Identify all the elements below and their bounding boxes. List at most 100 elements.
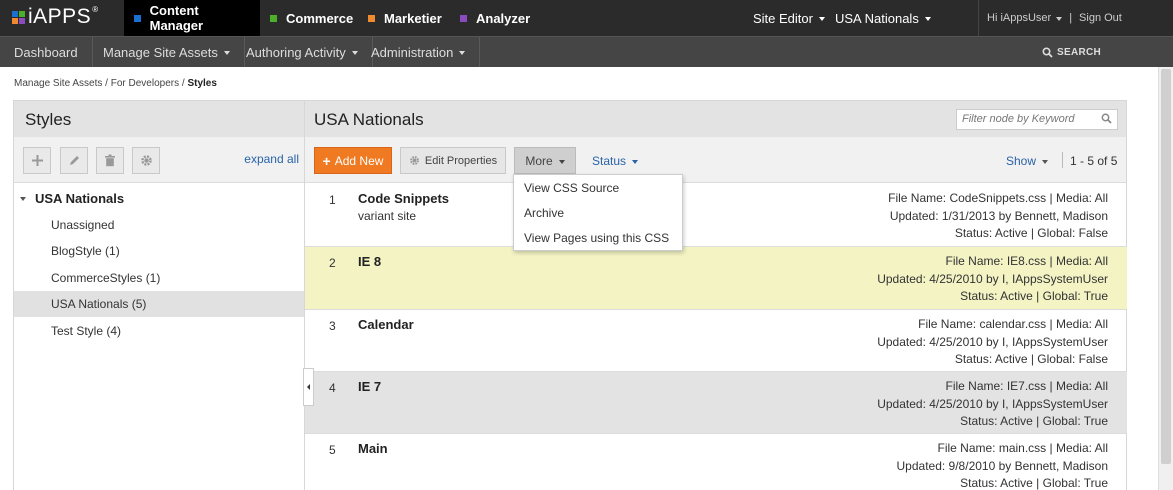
table-row[interactable]: 3 Calendar File Name: calendar.css | Med…	[305, 310, 1127, 372]
nav-label: Manage Site Assets	[103, 44, 218, 60]
plus-icon: +	[322, 152, 331, 169]
tree-item-blogstyle[interactable]: BlogStyle (1)	[14, 238, 304, 264]
user-menu[interactable]: Hi iAppsUser	[987, 12, 1063, 24]
top-bar: iAPPS ® Content Manager Commerce Marketi…	[0, 0, 1173, 36]
delete-style-button[interactable]	[96, 147, 124, 174]
add-new-button[interactable]: + Add New	[314, 147, 392, 174]
page-scrollbar[interactable]	[1158, 67, 1173, 490]
product-tab-analyzer[interactable]: Analyzer	[450, 0, 540, 36]
table-row[interactable]: 5 Main File Name: main.css | Media: All …	[305, 434, 1127, 490]
chevron-down-icon	[632, 160, 639, 164]
breadcrumb-separator: /	[105, 78, 108, 89]
nav-dashboard[interactable]: Dashboard	[0, 37, 93, 67]
breadcrumb-manage-site-assets[interactable]: Manage Site Assets	[14, 78, 102, 89]
breadcrumb-for-developers[interactable]: For Developers	[111, 78, 179, 89]
styles-panel-header: Styles	[14, 101, 304, 137]
row-updated: Updated: 9/8/2010 by Bennett, Madison	[896, 458, 1108, 473]
table-row[interactable]: 1 Code Snippets variant site File Name: …	[305, 184, 1127, 247]
row-file-name: File Name: CodeSnippets.css | Media: All	[888, 191, 1108, 205]
row-title[interactable]: Calendar	[358, 317, 414, 332]
chevron-down-icon	[924, 17, 931, 21]
tree-item-label: BlogStyle (1)	[51, 244, 120, 258]
list-toolbar: + Add New Edit Properties More Status Sh…	[305, 137, 1126, 183]
nav-authoring-activity[interactable]: Authoring Activity	[232, 37, 373, 67]
row-title[interactable]: IE 8	[358, 254, 381, 269]
plus-icon	[31, 155, 43, 166]
chevron-down-icon	[223, 51, 230, 55]
menu-item-view-css-source[interactable]: View CSS Source	[524, 181, 619, 195]
chevron-down-icon	[459, 51, 466, 55]
add-style-button[interactable]	[23, 147, 51, 174]
row-status: Status: Active | Global: False	[954, 226, 1108, 240]
site-selector[interactable]: USA Nationals	[835, 0, 931, 36]
row-updated: Updated: 4/25/2010 by I, IAppsSystemUser	[877, 271, 1108, 286]
pager-count: 1 - 5 of 5	[1070, 154, 1118, 168]
row-subtitle: variant site	[358, 209, 417, 223]
list-title: USA Nationals	[314, 110, 424, 129]
filter-input[interactable]: Filter node by Keyword	[956, 109, 1118, 130]
more-button[interactable]: More	[514, 147, 576, 174]
chevron-left-icon	[307, 384, 310, 390]
list-header: USA Nationals Filter node by Keyword	[305, 101, 1126, 137]
trash-icon	[105, 154, 115, 167]
edit-properties-button[interactable]: Edit Properties	[400, 147, 506, 174]
search-button[interactable]: SEARCH	[1042, 37, 1101, 67]
iapps-logo[interactable]: iAPPS ®	[12, 5, 98, 29]
row-number: 3	[329, 319, 336, 333]
edit-properties-label: Edit Properties	[424, 154, 498, 167]
tree-item-unassigned[interactable]: Unassigned	[14, 212, 304, 238]
scrollbar-thumb[interactable]	[1161, 69, 1171, 464]
more-label: More	[525, 153, 553, 168]
row-file-name: File Name: IE7.css | Media: All	[945, 379, 1108, 393]
panel-title: Styles	[25, 110, 72, 129]
row-file-name: File Name: calendar.css | Media: All	[918, 317, 1108, 331]
nav-label: Authoring Activity	[246, 44, 346, 60]
product-tab-commerce[interactable]: Commerce	[260, 0, 363, 36]
breadcrumb: Manage Site Assets / For Developers / St…	[14, 78, 217, 89]
row-meta: File Name: IE7.css | Media: All Updated:…	[877, 378, 1108, 431]
tree-item-commercestyles[interactable]: CommerceStyles (1)	[14, 265, 304, 291]
collapse-triangle-icon[interactable]	[20, 196, 26, 201]
tree-item-test-style[interactable]: Test Style (4)	[14, 318, 304, 344]
nav-label: Administration	[371, 44, 454, 60]
style-settings-button[interactable]	[132, 147, 160, 174]
row-title[interactable]: Main	[358, 441, 388, 456]
chevron-down-icon	[1056, 17, 1063, 21]
status-filter-button[interactable]: Status	[592, 154, 639, 168]
row-title[interactable]: IE 7	[358, 379, 381, 394]
row-number: 2	[329, 256, 336, 270]
tree-item-usa-nationals[interactable]: USA Nationals (5)	[14, 291, 304, 317]
row-file-name: File Name: main.css | Media: All	[937, 441, 1108, 455]
user-area: Hi iAppsUser | Sign Out	[978, 0, 1173, 36]
product-tab-label: Analyzer	[476, 10, 531, 26]
table-row[interactable]: 2 IE 8 File Name: IE8.css | Media: All U…	[305, 247, 1127, 310]
nav-manage-site-assets[interactable]: Manage Site Assets	[89, 37, 245, 67]
product-tab-marketier[interactable]: Marketier	[358, 0, 452, 36]
collapse-panel-handle[interactable]	[303, 368, 314, 406]
menu-item-archive[interactable]: Archive	[524, 206, 564, 220]
logo-text: iAPPS	[28, 5, 92, 28]
show-button[interactable]: Show	[1006, 154, 1049, 168]
menu-item-view-pages-using-css[interactable]: View Pages using this CSS	[524, 231, 669, 245]
chevron-down-icon	[818, 17, 825, 21]
row-status: Status: Active | Global: True	[960, 289, 1108, 303]
logo-grid-icon	[12, 10, 25, 24]
sign-out-link[interactable]: Sign Out	[1079, 12, 1122, 24]
analyzer-square-icon	[460, 14, 467, 22]
user-greeting: Hi iAppsUser	[987, 12, 1052, 24]
table-row[interactable]: 4 IE 7 File Name: IE7.css | Media: All U…	[305, 372, 1127, 434]
product-tab-content-manager[interactable]: Content Manager	[124, 0, 260, 36]
search-label: SEARCH	[1057, 46, 1102, 58]
row-number: 4	[329, 381, 336, 395]
nav-administration[interactable]: Administration	[357, 37, 481, 67]
status-label: Status	[592, 154, 627, 168]
tree-root-usa-nationals[interactable]: USA Nationals	[20, 191, 124, 206]
expand-all-link[interactable]: expand all	[244, 152, 299, 166]
row-title[interactable]: Code Snippets	[358, 191, 449, 206]
search-icon[interactable]	[1101, 113, 1112, 124]
breadcrumb-separator: /	[181, 78, 185, 89]
site-editor-menu[interactable]: Site Editor	[753, 0, 825, 36]
product-tab-label: Content Manager	[149, 3, 204, 33]
tree-toolbar: expand all	[14, 137, 304, 183]
edit-style-button[interactable]	[60, 147, 88, 174]
